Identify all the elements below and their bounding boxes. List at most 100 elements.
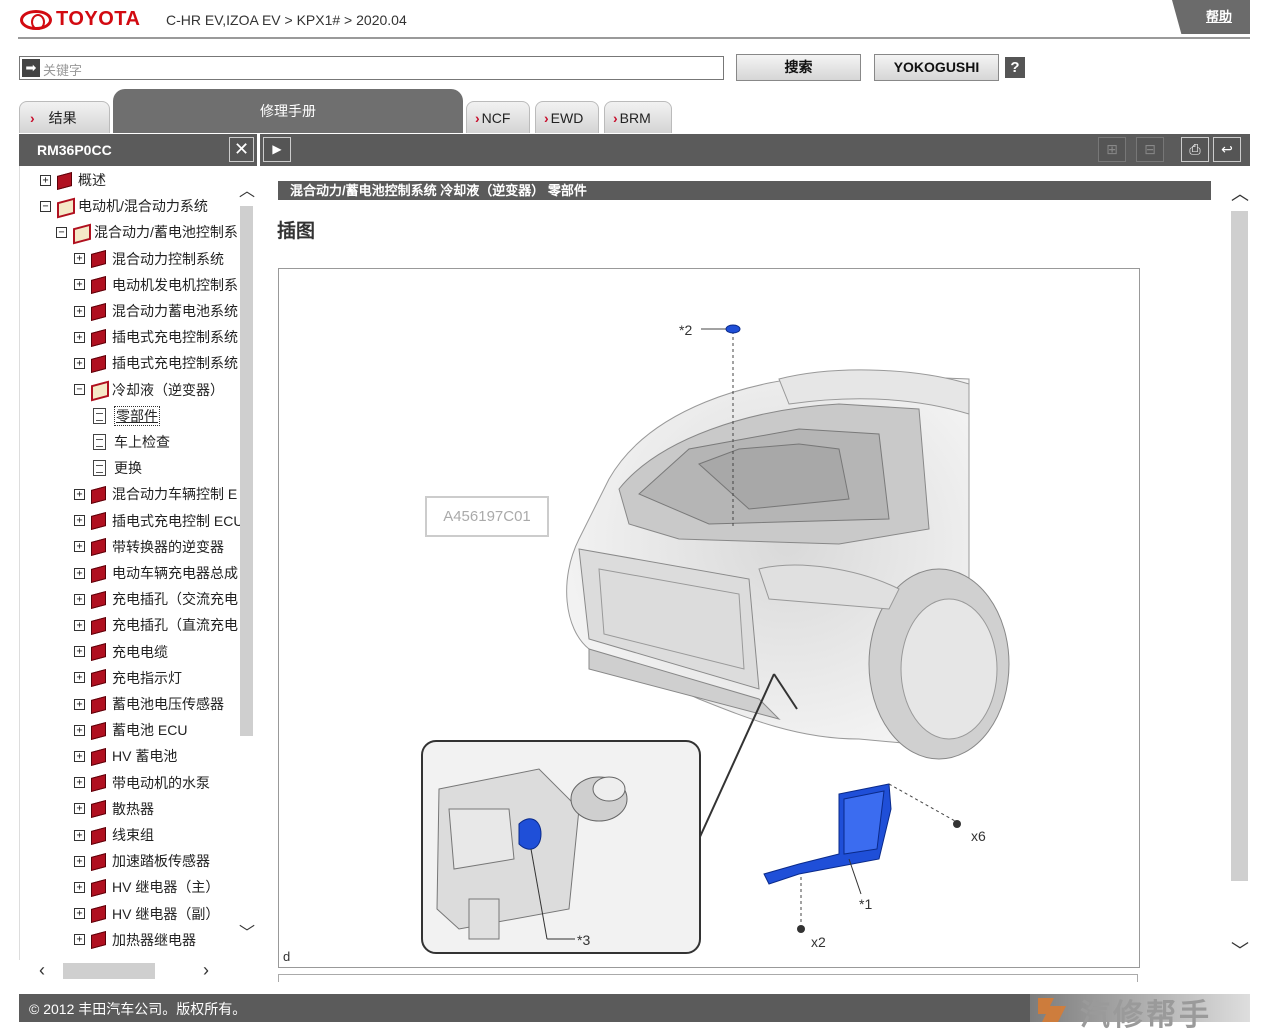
expand-icon[interactable]: + — [74, 541, 85, 553]
tree-item-label: 带电动机的水泵 — [112, 774, 210, 791]
expand-icon[interactable]: + — [74, 777, 85, 789]
expand-icon[interactable]: + — [74, 253, 85, 265]
tree-item[interactable]: + 混合动力控制系统 — [74, 248, 224, 270]
tree-item-label: 零部件 — [114, 405, 160, 426]
expand-icon[interactable]: + — [74, 750, 85, 762]
tab-ncf[interactable]: › NCF — [466, 101, 530, 133]
tree-item[interactable]: + 带电动机的水泵 — [74, 772, 210, 794]
search-button[interactable]: 搜索 — [736, 54, 861, 81]
yokogushi-button[interactable]: YOKOGUSHI — [874, 54, 999, 81]
tree-item[interactable]: + 加速踏板传感器 — [74, 850, 210, 872]
close-icon[interactable]: ✕ — [229, 137, 254, 162]
expand-icon[interactable]: + — [74, 646, 85, 658]
tree-item[interactable]: + 混合动力蓄电池系统 — [74, 300, 238, 322]
tree-item[interactable]: + 混合动力车辆控制 E — [74, 483, 237, 505]
closed-book-icon — [88, 592, 108, 607]
scroll-thumb[interactable] — [63, 963, 155, 979]
page-icon — [93, 407, 106, 424]
tree-item-label: 加速踏板传感器 — [112, 853, 210, 870]
tree-item[interactable]: + 线束组 — [74, 824, 154, 846]
tree-item[interactable]: + 散热器 — [74, 798, 154, 820]
expand-icon[interactable]: + — [40, 174, 51, 186]
expand-icon[interactable]: + — [74, 672, 85, 684]
tree-item-label: 电动机/混合动力系统 — [78, 198, 208, 215]
tree-item[interactable]: + 充电电缆 — [74, 641, 168, 663]
scroll-left-icon[interactable]: ‹ — [39, 961, 45, 979]
scroll-thumb[interactable] — [240, 206, 253, 736]
help-label[interactable]: 帮助 — [1190, 9, 1232, 24]
tree-item[interactable]: + 插电式充电控制 ECU — [74, 510, 243, 532]
search-input[interactable]: ➡ 关键字 — [19, 56, 724, 80]
expand-icon[interactable]: + — [74, 593, 85, 605]
tab-result[interactable]: › 结果 — [19, 101, 110, 133]
search-placeholder: 关键字 — [43, 63, 83, 78]
tree-item[interactable]: + 带转换器的逆变器 — [74, 536, 224, 558]
expand-icon[interactable]: + — [74, 279, 85, 291]
zoom-in-icon[interactable]: ⊞ — [1098, 137, 1126, 162]
scroll-right-icon[interactable]: › — [203, 961, 209, 979]
content-vertical-scrollbar[interactable]: ︿ ﹀ — [1228, 181, 1250, 971]
tree-item[interactable]: + 充电指示灯 — [74, 667, 182, 689]
tree-item[interactable]: + 充电插孔（交流充电 — [74, 588, 238, 610]
zoom-out-icon[interactable]: ⊟ — [1136, 137, 1164, 162]
expand-icon[interactable]: + — [74, 619, 85, 631]
tree-item-label: 充电电缆 — [112, 643, 168, 660]
tree-item[interactable]: + 蓄电池 ECU — [74, 719, 187, 741]
expand-icon[interactable]: + — [74, 724, 85, 736]
tree-item[interactable]: + 插电式充电控制系统 — [74, 326, 238, 348]
collapse-icon[interactable]: − — [74, 384, 85, 396]
expand-icon[interactable]: + — [74, 803, 85, 815]
tree-item[interactable]: + HV 继电器（副） — [74, 903, 219, 925]
tree-item[interactable]: + 概述 — [40, 169, 106, 191]
toyota-logo[interactable]: TOYOTA — [20, 8, 140, 31]
expand-icon[interactable]: + — [74, 934, 85, 946]
tree-item-label: 带转换器的逆变器 — [112, 538, 224, 555]
collapse-icon[interactable]: − — [40, 200, 51, 212]
expand-icon[interactable]: + — [74, 567, 85, 579]
tree-item[interactable]: + 蓄电池电压传感器 — [74, 693, 224, 715]
tree-item[interactable]: 车上检查 — [90, 431, 170, 453]
tree-item[interactable]: + 插电式充电控制系统 — [74, 352, 238, 374]
tree-item[interactable]: − 混合动力/蓄电池控制系 — [56, 221, 238, 243]
help-link[interactable]: 帮助 — [1172, 0, 1250, 34]
parts-table-top — [278, 974, 1138, 982]
expand-icon[interactable]: + — [74, 881, 85, 893]
tree-item[interactable]: + HV 继电器（主） — [74, 876, 219, 898]
return-icon[interactable]: ↩ — [1213, 137, 1241, 162]
scroll-down-icon[interactable]: ﹀ — [1231, 942, 1249, 960]
scroll-thumb[interactable] — [1231, 211, 1248, 881]
collapse-icon[interactable]: − — [56, 226, 67, 238]
expand-icon[interactable]: + — [74, 515, 85, 527]
tree-item[interactable]: + 电动机发电机控制系 — [74, 274, 238, 296]
leader-line — [888, 783, 956, 822]
expand-icon[interactable]: + — [74, 331, 85, 343]
print-icon[interactable]: ⎙ — [1181, 137, 1209, 162]
tree-item[interactable]: 更换 — [90, 457, 142, 479]
expand-icon[interactable]: + — [74, 488, 85, 500]
tab-brm[interactable]: › BRM — [604, 101, 672, 133]
tree-vertical-scrollbar[interactable]: ︿ ﹀ — [236, 166, 256, 960]
tree-horizontal-scrollbar[interactable]: ‹ › — [19, 960, 257, 982]
tree-item[interactable]: + 加热器继电器 — [74, 929, 196, 951]
expand-icon[interactable]: + — [74, 829, 85, 841]
scroll-down-icon[interactable]: ﹀ — [239, 926, 255, 942]
tree-item[interactable]: − 冷却液（逆变器） — [74, 379, 224, 401]
expand-icon[interactable]: + — [74, 305, 85, 317]
play-right-icon[interactable]: ▶ — [263, 137, 291, 162]
tab-ewd[interactable]: › EWD — [535, 101, 599, 133]
expand-icon[interactable]: + — [74, 698, 85, 710]
tree-item[interactable]: + 电动车辆充电器总成 — [74, 562, 238, 584]
tree-item[interactable]: − 电动机/混合动力系统 — [40, 195, 208, 217]
expand-icon[interactable]: + — [74, 908, 85, 920]
help-question-icon[interactable]: ? — [1005, 57, 1025, 78]
closed-book-icon — [88, 932, 108, 947]
scroll-up-icon[interactable]: ︿ — [239, 184, 255, 200]
tree-item[interactable]: + HV 蓄电池 — [74, 745, 177, 767]
expand-icon[interactable]: + — [74, 357, 85, 369]
expand-icon[interactable]: + — [74, 855, 85, 867]
tree-item[interactable]: + 充电插孔（直流充电 — [74, 614, 238, 636]
scroll-up-icon[interactable]: ︿ — [1231, 185, 1249, 203]
callout-c3: *3 — [577, 932, 590, 948]
tab-repair-manual[interactable]: 修理手册 — [113, 89, 463, 133]
tree-item[interactable]: 零部件 — [90, 405, 160, 427]
